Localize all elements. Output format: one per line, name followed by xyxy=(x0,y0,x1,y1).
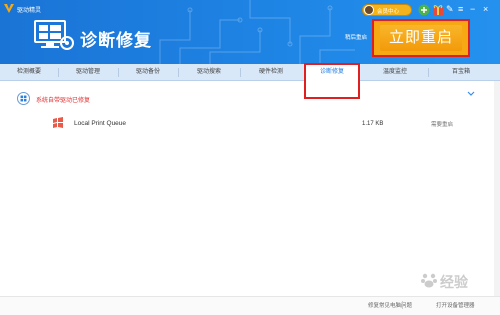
baidu-watermark: 经验 xyxy=(390,268,490,294)
driver-name: Local Print Queue xyxy=(74,120,127,127)
tab-overview[interactable]: 检测概要 xyxy=(0,64,58,81)
windows-system-icon xyxy=(17,92,30,105)
watermark-text: 经验 xyxy=(440,274,468,290)
app-logo-icon xyxy=(4,4,14,13)
open-device-manager-link[interactable]: 打开设备管理器 xyxy=(436,301,475,309)
tab-driver-management[interactable]: 驱动管理 xyxy=(58,64,118,81)
driver-size: 1.17 KB xyxy=(362,121,384,127)
monitor-repair-icon xyxy=(34,20,74,50)
page-title: 诊断修复 xyxy=(80,31,152,50)
app-name: 驱动精灵 xyxy=(17,8,42,14)
avatar xyxy=(364,5,374,15)
tab-driver-search[interactable]: 驱动搜索 xyxy=(178,64,240,81)
tab-hardware-check[interactable]: 硬件检测 xyxy=(240,64,302,81)
game-icon[interactable] xyxy=(418,4,430,16)
tab-driver-backup[interactable]: 驱动备份 xyxy=(118,64,178,81)
tab-temperature-monitor[interactable]: 温度监控 xyxy=(362,64,428,81)
member-center-button[interactable]: 会员中心 xyxy=(362,4,412,16)
paw-icon xyxy=(421,273,437,288)
member-center-label: 会员中心 xyxy=(377,9,400,15)
printer-driver-icon xyxy=(53,117,63,128)
gift-icon[interactable] xyxy=(432,4,444,16)
scrollbar[interactable] xyxy=(494,81,500,296)
tab-bar: 检测概要 驱动管理 驱动备份 驱动搜索 硬件检测 诊断修复 温度监控 百宝箱 xyxy=(0,64,500,82)
restart-later-link[interactable]: 稍后重启 xyxy=(345,33,367,41)
driver-status: 需要重启 xyxy=(431,122,454,128)
chevron-down-icon[interactable] xyxy=(467,90,475,98)
footer-bar xyxy=(0,296,500,315)
close-icon[interactable]: × xyxy=(483,3,488,15)
highlight-box xyxy=(304,63,360,99)
restart-now-button[interactable]: 立即重启 xyxy=(372,19,470,57)
section-title: 系统自带驱动已修复 xyxy=(36,98,91,104)
tab-toolbox[interactable]: 百宝箱 xyxy=(428,64,494,81)
footer-divider xyxy=(402,301,403,309)
restart-now-label: 立即重启 xyxy=(380,25,462,51)
circuit-pattern xyxy=(159,0,355,64)
skin-icon[interactable]: ✎ xyxy=(446,3,454,15)
minimize-icon[interactable]: − xyxy=(470,3,475,15)
repair-common-issues-link[interactable]: 修复常见电脑问题 xyxy=(368,301,412,309)
menu-icon[interactable]: ≡ xyxy=(458,3,463,15)
